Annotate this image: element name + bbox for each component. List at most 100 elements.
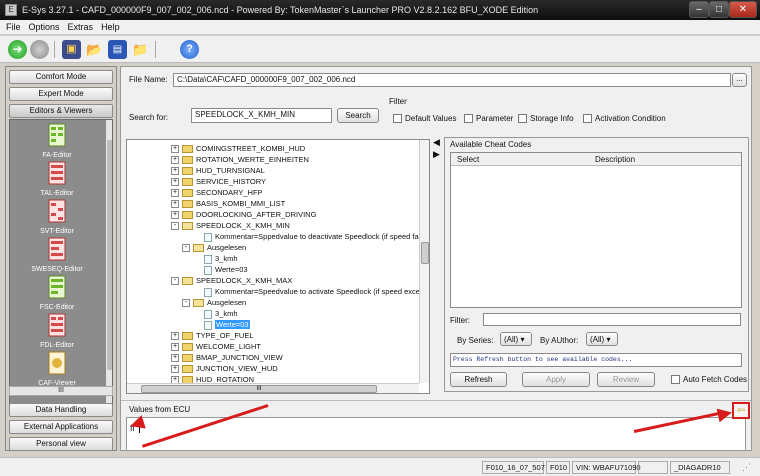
fdl-editor-item[interactable]: FDL-Editor bbox=[10, 313, 104, 351]
filter-parameter[interactable]: Parameter bbox=[464, 114, 513, 124]
status-series: F010 bbox=[546, 461, 570, 474]
auto-fetch-option[interactable]: Auto Fetch Codes bbox=[671, 375, 747, 385]
cheat-codes-table[interactable]: Select Description bbox=[450, 152, 742, 308]
data-handling-button[interactable]: Data Handling bbox=[9, 403, 113, 417]
tree-hscroll-thumb[interactable]: III bbox=[141, 385, 377, 393]
expand-icon[interactable]: + bbox=[171, 354, 179, 363]
open-file-icon[interactable]: 📁 bbox=[131, 40, 150, 59]
caf-viewer-item[interactable]: CAF-Viewer bbox=[10, 351, 104, 389]
expand-icon[interactable]: + bbox=[171, 200, 179, 209]
fa-editor-item[interactable]: FA-Editor bbox=[10, 123, 104, 161]
tree-row[interactable]: + BASIS_KOMBI_MMI_LIST bbox=[171, 198, 285, 209]
tree-row[interactable]: + JUNCTION_VIEW_HUD bbox=[171, 363, 278, 374]
tree-row[interactable]: + SERVICE_HISTORY bbox=[171, 176, 266, 187]
save-all-icon[interactable]: ▣ bbox=[62, 40, 81, 59]
caf-tree[interactable]: + COMINGSTREET_KOMBI_HUD + ROTATION_WERTE_E… bbox=[126, 139, 430, 394]
tree-row[interactable]: Werte=03 bbox=[193, 264, 248, 275]
external-applications-button[interactable]: External Applications bbox=[9, 420, 113, 434]
col-description[interactable]: Description bbox=[595, 155, 635, 164]
collapse-icon[interactable]: - bbox=[171, 277, 179, 286]
fsc-editor-item[interactable]: FSC-Editor bbox=[10, 275, 104, 313]
go-icon[interactable]: ➜ bbox=[8, 40, 27, 59]
tree-row[interactable]: + DOORLOCKING_AFTER_DRIVING bbox=[171, 209, 316, 220]
import-values-icon[interactable]: ⇦ bbox=[732, 402, 750, 419]
activation-condition-checkbox[interactable] bbox=[583, 114, 592, 124]
expand-icon[interactable]: + bbox=[171, 178, 179, 187]
resize-grip-icon[interactable]: ⋰ bbox=[742, 462, 754, 474]
tree-row[interactable]: + TYPE_OF_FUEL bbox=[171, 330, 254, 341]
tree-hscrollbar[interactable]: III bbox=[127, 383, 419, 393]
menu-options[interactable]: Options bbox=[25, 20, 64, 35]
editor-list-scroll-thumb[interactable] bbox=[107, 140, 112, 370]
cheat-filter-input[interactable] bbox=[483, 313, 741, 326]
tree-row[interactable]: + COMINGSTREET_KOMBI_HUD bbox=[171, 143, 305, 154]
file-name-field[interactable]: C:\Data\CAF\CAFD_000000F9_007_002_006.nc… bbox=[173, 73, 731, 87]
splitter-right-arrow[interactable]: ▶ bbox=[433, 149, 442, 161]
tree-row[interactable]: 3_kmh bbox=[193, 308, 238, 319]
tree-vscroll-thumb[interactable] bbox=[421, 242, 429, 264]
author-select[interactable]: (All) ▾ bbox=[586, 332, 618, 346]
expand-icon[interactable]: + bbox=[171, 145, 179, 154]
svt-editor-item[interactable]: SVT-Editor bbox=[10, 199, 104, 237]
minimize-button[interactable]: – bbox=[689, 1, 709, 18]
help-icon[interactable]: ? bbox=[180, 40, 199, 59]
collapse-icon[interactable]: - bbox=[171, 222, 179, 231]
expert-mode-button[interactable]: Expert Mode bbox=[9, 87, 113, 101]
review-button[interactable]: Review bbox=[597, 372, 655, 387]
default-values-checkbox[interactable] bbox=[393, 114, 402, 124]
search-button[interactable]: Search bbox=[337, 108, 379, 123]
tree-row[interactable]: Kommentar=Speedvalue to activate Speedlo… bbox=[193, 286, 429, 297]
tree-row[interactable]: + HUD_TURNSIGNAL bbox=[171, 165, 265, 176]
expand-icon[interactable]: + bbox=[171, 211, 179, 220]
tree-row[interactable]: 3_kmh bbox=[193, 253, 238, 264]
filter-storage-info[interactable]: Storage Info bbox=[518, 114, 574, 124]
parameter-checkbox[interactable] bbox=[464, 114, 473, 124]
sweseq-editor-item[interactable]: SWESEQ-Editor bbox=[10, 237, 104, 275]
expand-icon[interactable]: + bbox=[171, 332, 179, 341]
col-select[interactable]: Select bbox=[457, 155, 479, 164]
apply-button[interactable]: Apply bbox=[522, 372, 590, 387]
tree-vscrollbar[interactable] bbox=[419, 140, 429, 383]
splitter-left-arrow[interactable]: ◀ bbox=[433, 137, 442, 149]
tal-editor-item[interactable]: TAL-Editor bbox=[10, 161, 104, 199]
menu-help[interactable]: Help bbox=[97, 20, 124, 35]
menu-file[interactable]: File bbox=[0, 20, 25, 35]
editor-list-scrollbar[interactable] bbox=[106, 120, 112, 408]
expand-icon[interactable]: + bbox=[171, 156, 179, 165]
tree-row[interactable]: + SECONDARY_HFP bbox=[171, 187, 263, 198]
filter-default-values[interactable]: Default Values bbox=[393, 114, 456, 124]
search-input[interactable]: SPEEDLOCK_X_KMH_MIN bbox=[191, 108, 332, 123]
series-select[interactable]: (All) ▾ bbox=[500, 332, 532, 346]
tree-row[interactable]: + ROTATION_WERTE_EINHEITEN bbox=[171, 154, 309, 165]
refresh-button[interactable]: Refresh bbox=[450, 372, 507, 387]
filter-activation-condition[interactable]: Activation Condition bbox=[583, 114, 666, 124]
tree-row[interactable]: - SPEEDLOCK_X_KMH_MAX bbox=[171, 275, 292, 286]
auto-fetch-checkbox[interactable] bbox=[671, 375, 680, 385]
tree-row[interactable]: - Ausgelesen bbox=[182, 297, 246, 308]
tree-row[interactable]: Werte=03 bbox=[193, 319, 250, 330]
editors-viewers-button[interactable]: Editors & Viewers bbox=[9, 104, 113, 118]
expand-icon[interactable]: + bbox=[171, 167, 179, 176]
maximize-button[interactable]: □ bbox=[709, 1, 729, 18]
collapse-icon[interactable]: - bbox=[182, 244, 190, 253]
stop-icon[interactable] bbox=[30, 40, 49, 59]
tree-row[interactable]: - Ausgelesen bbox=[182, 242, 246, 253]
save-icon[interactable]: ▤ bbox=[108, 40, 127, 59]
tree-row[interactable]: Kommentar=Sppedvalue to deactivate Speed… bbox=[193, 231, 429, 242]
personal-view-button[interactable]: Personal view bbox=[9, 437, 113, 451]
expand-icon[interactable]: + bbox=[171, 365, 179, 374]
open-folder-icon[interactable]: 📂 bbox=[85, 40, 104, 59]
editor-list-hscrollbar[interactable]: III bbox=[9, 386, 113, 396]
tree-row[interactable]: + WELCOME_LIGHT bbox=[171, 341, 261, 352]
collapse-icon[interactable]: - bbox=[182, 299, 190, 308]
tree-row[interactable]: + BMAP_JUNCTION_VIEW bbox=[171, 352, 283, 363]
storage-info-checkbox[interactable] bbox=[518, 114, 527, 124]
close-button[interactable]: ✕ bbox=[729, 1, 757, 18]
comfort-mode-button[interactable]: Comfort Mode bbox=[9, 70, 113, 84]
expand-icon[interactable]: + bbox=[171, 189, 179, 198]
menu-extras[interactable]: Extras bbox=[64, 20, 98, 35]
expand-icon[interactable]: + bbox=[171, 343, 179, 352]
tree-row[interactable]: - SPEEDLOCK_X_KMH_MIN bbox=[171, 220, 290, 231]
browse-button[interactable]: ... bbox=[732, 73, 747, 87]
tree-clipped-row bbox=[127, 140, 247, 144]
